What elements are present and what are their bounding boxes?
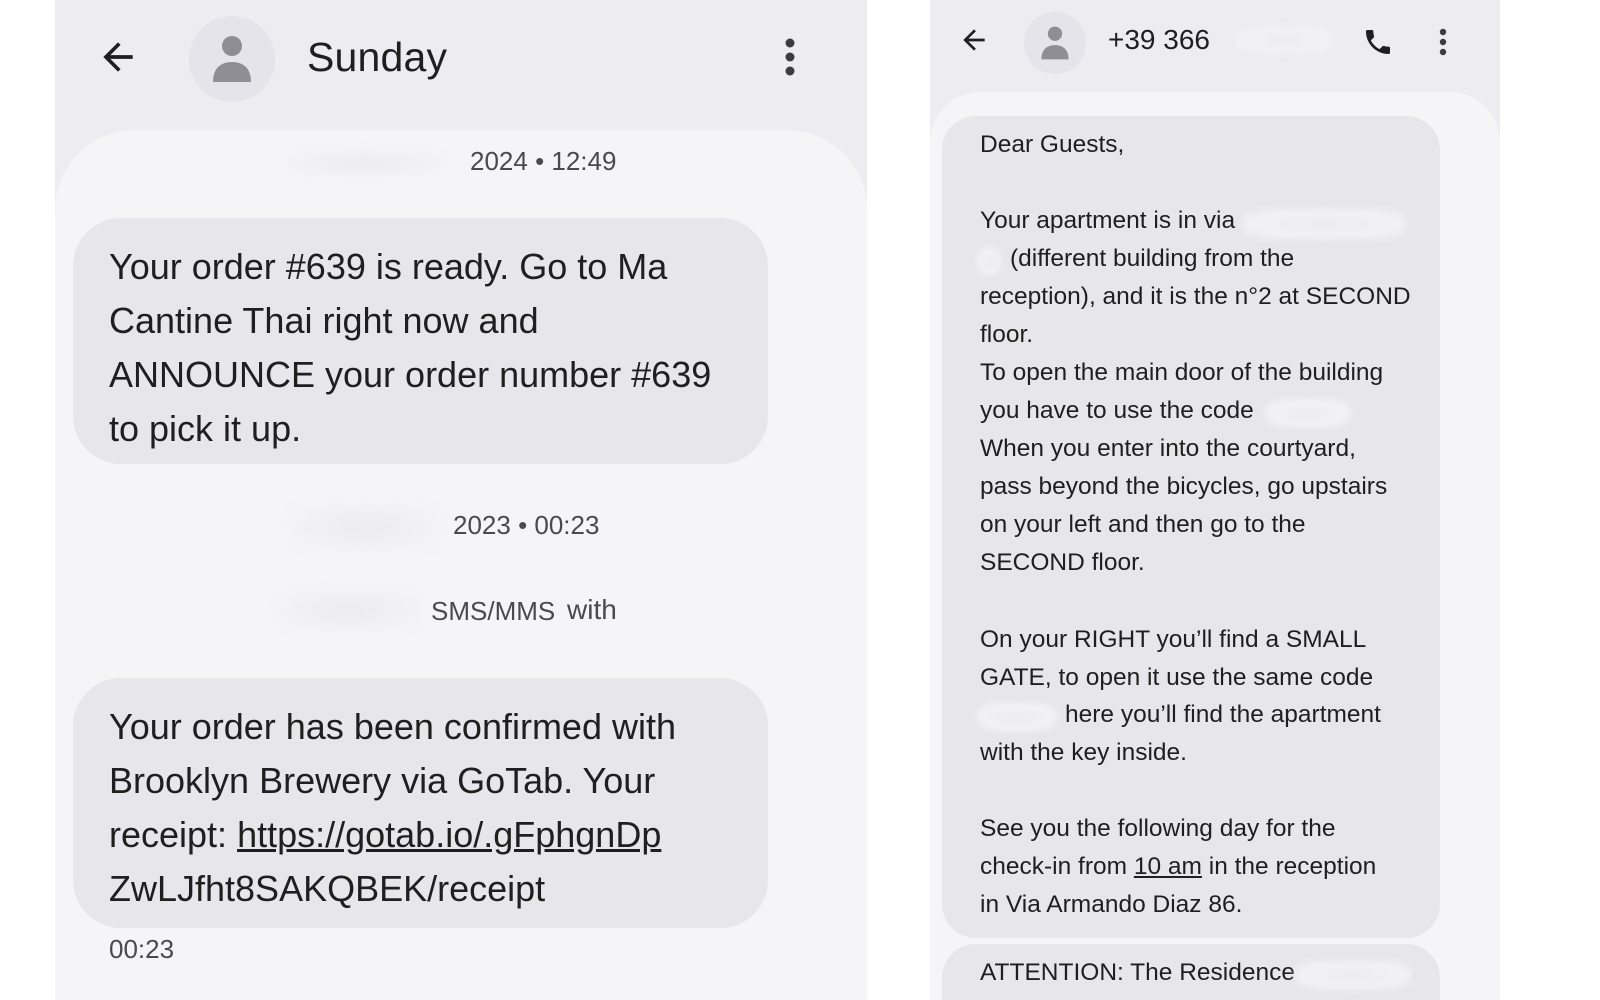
message-bubble[interactable]: Your order #639 is ready. Go to Ma Canti… xyxy=(73,218,768,464)
more-vert-icon xyxy=(785,38,795,76)
message-line: floor. xyxy=(980,321,1034,348)
message-list[interactable]: 2024 • 12:49 Your order #639 is ready. G… xyxy=(55,130,867,1000)
message-line: Dear Guests, xyxy=(980,131,1125,158)
message-line: ANNOUNCE your order number #639 xyxy=(109,354,712,395)
redacted-code xyxy=(976,702,1058,732)
redacted-address xyxy=(976,246,1002,276)
redacted-address xyxy=(1242,208,1407,240)
more-vert-icon xyxy=(1439,28,1447,56)
contact-name: Sunday xyxy=(307,34,448,80)
message-line: in Via Armando Diaz 86. xyxy=(980,891,1243,918)
message-line: GATE, to open it use the same code xyxy=(980,664,1374,691)
message-line: ATTENTION: The Residence xyxy=(980,959,1295,986)
message-line: Your order has been confirmed with xyxy=(109,706,676,747)
person-icon xyxy=(213,36,251,82)
message-line: When you enter into the courtyard, xyxy=(980,435,1356,462)
message-bubble[interactable]: Dear Guests, Your apartment is in via (d… xyxy=(942,116,1440,938)
message-line: pass beyond the bicycles, go upstairs xyxy=(980,473,1388,500)
right-conversation-screen: +39 366 Dear Guests, Your apartment is i… xyxy=(930,0,1500,1000)
avatar[interactable] xyxy=(1024,12,1086,74)
left-conversation-screen: Sunday 2024 • 12:49 Your order #639 is r… xyxy=(55,0,867,1000)
arrow-left-icon xyxy=(963,29,985,51)
message-text: in the reception xyxy=(1201,853,1377,880)
person-icon xyxy=(1041,26,1069,60)
time-link[interactable]: 10 am xyxy=(1134,853,1202,880)
redacted-name xyxy=(1294,960,1412,990)
arrow-left-icon xyxy=(103,42,133,72)
message-text: receipt: xyxy=(109,814,238,855)
back-button[interactable] xyxy=(954,20,994,60)
left-app-bar: Sunday xyxy=(55,0,867,130)
avatar[interactable] xyxy=(189,16,275,102)
redacted-number xyxy=(1235,26,1335,54)
message-line: check-in from 10 am in the reception xyxy=(980,853,1376,881)
more-options-button[interactable] xyxy=(1428,22,1458,62)
message-line: reception), and it is the n°2 at SECOND xyxy=(980,283,1411,310)
message-text: check-in from xyxy=(980,853,1134,880)
message-line: See you the following day for the xyxy=(980,815,1336,842)
back-button[interactable] xyxy=(93,32,143,82)
redacted-date xyxy=(287,502,443,552)
message-line: On your RIGHT you’ll find a SMALL xyxy=(980,626,1367,653)
message-time: 00:23 xyxy=(109,934,175,964)
message-line: here you’ll find the apartment xyxy=(1065,701,1381,728)
redacted-contact xyxy=(275,588,425,632)
message-line: Your apartment is in via xyxy=(980,207,1236,234)
timestamp: 2023 • 00:23 xyxy=(453,510,600,540)
message-bubble[interactable]: Your order has been confirmed with Brook… xyxy=(73,678,768,928)
receipt-link[interactable]: https://gotab.io/.gFphgnDp xyxy=(237,814,661,855)
message-line: on your left and then go to the xyxy=(980,511,1306,538)
message-line: To open the main door of the building xyxy=(980,359,1384,386)
contact-phone-number: +39 366 xyxy=(1108,24,1210,55)
message-line: (different building from the xyxy=(1010,245,1295,272)
sms-label: SMS/MMS xyxy=(431,596,556,626)
more-options-button[interactable] xyxy=(770,32,810,82)
message-line: to pick it up. xyxy=(109,408,302,449)
message-line: ZwLJfht8SAKQBEK/receipt xyxy=(109,868,546,909)
message-line: you have to use the code xyxy=(980,397,1254,424)
message-line: with the key inside. xyxy=(980,739,1187,766)
timestamp: 2024 • 12:49 xyxy=(470,146,617,176)
redacted-date xyxy=(285,148,445,178)
message-line: Cantine Thai right now and xyxy=(109,300,539,341)
call-button[interactable] xyxy=(1358,22,1398,62)
redacted-code xyxy=(1264,398,1352,428)
message-line: receipt: https://gotab.io/.gFphgnDp xyxy=(109,808,734,862)
message-line: SECOND floor. xyxy=(980,549,1145,576)
message-line: Your order #639 is ready. Go to Ma xyxy=(109,246,668,287)
message-bubble[interactable]: ATTENTION: The Residence xyxy=(942,944,1440,1000)
phone-icon xyxy=(1366,30,1390,54)
sms-with-label: with xyxy=(567,594,617,625)
message-line: Brooklyn Brewery via GoTab. Your xyxy=(109,760,656,801)
